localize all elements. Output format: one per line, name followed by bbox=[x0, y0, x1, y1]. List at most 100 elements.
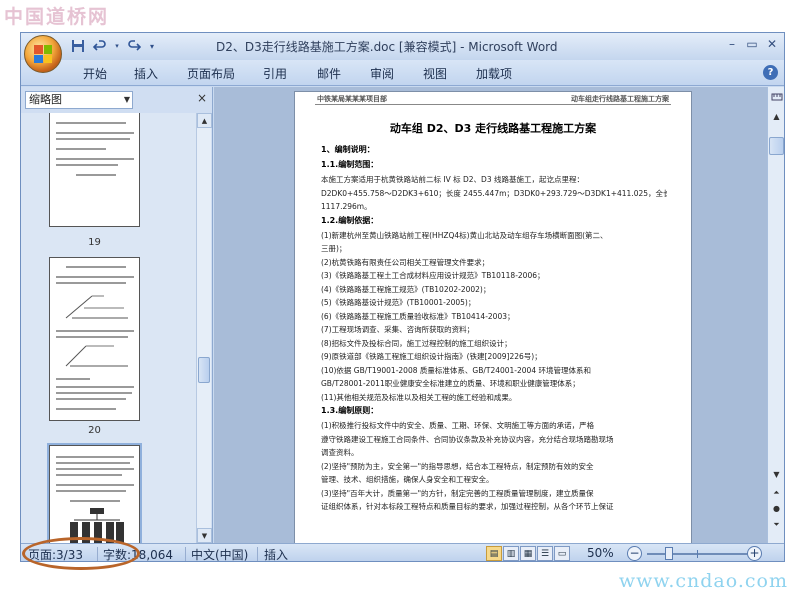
save-icon[interactable] bbox=[69, 37, 87, 55]
draft-view-icon[interactable]: ▭ bbox=[554, 546, 570, 561]
browse-object-icon[interactable]: ● bbox=[769, 501, 784, 516]
customize-qat-icon[interactable]: ▾ bbox=[147, 37, 157, 55]
word-counter[interactable]: 字数:18,064 bbox=[103, 546, 174, 562]
watermark-url: www.cndao.com bbox=[618, 570, 788, 592]
status-divider bbox=[97, 547, 98, 561]
tab-home[interactable]: 开始 bbox=[83, 65, 107, 82]
status-divider bbox=[185, 547, 186, 561]
figure-diagram-icon bbox=[65, 345, 128, 367]
zoom-in-button[interactable]: + bbox=[747, 546, 762, 561]
title-bar: ▾ ▾ D2、D3走行线路基施工方案.doc [兼容模式] - Microsof… bbox=[21, 33, 784, 60]
zoom-out-button[interactable]: − bbox=[627, 546, 642, 561]
document-line: (10)依据 GB/T19001-2008 质量标准体系、GB/T24001-2… bbox=[321, 365, 591, 375]
help-icon[interactable]: ? bbox=[763, 65, 778, 80]
minimize-button[interactable]: – bbox=[724, 36, 740, 52]
document-area: 中铁某局某某某项目部 动车组走行线路基工程施工方案 动车组 D2、D3 走行线路… bbox=[214, 87, 767, 543]
document-line: (4)《铁路路基工程施工规范》(TB10202-2002)； bbox=[321, 284, 491, 294]
document-page[interactable]: 中铁某局某某某项目部 动车组走行线路基工程施工方案 动车组 D2、D3 走行线路… bbox=[294, 91, 692, 543]
language-indicator[interactable]: 中文(中国) bbox=[191, 546, 248, 561]
document-line: 1117.296m。 bbox=[321, 202, 372, 211]
watermark-logo: 中国道桥网 bbox=[4, 6, 110, 28]
thumbnail-page-20[interactable] bbox=[49, 257, 140, 421]
page-label: 页面: bbox=[28, 548, 57, 562]
thumbnail-page-number: 19 bbox=[88, 237, 101, 248]
document-line: (9)原铁道部《铁路工程施工组织设计指南》(铁建[2009]226号)； bbox=[321, 352, 542, 361]
outline-view-icon[interactable]: ☰ bbox=[537, 546, 553, 561]
scroll-down-icon[interactable]: ▼ bbox=[197, 528, 212, 543]
document-line: GB/T28001-2011职业健康安全标准建立的质量、环境和职业健康管理体系； bbox=[321, 379, 580, 388]
document-line: 证组织体系，针对本标段工程特点和质量目标的要求，加强过程控制，从各个环节上保证 bbox=[321, 502, 614, 511]
document-line: (1)新建杭州至黄山铁路站前工程(HHZQ4标)黄山北站及动车组存车场横断面图(… bbox=[321, 230, 608, 240]
thumbnail-page-21[interactable] bbox=[47, 443, 142, 543]
document-line: 本施工方案适用于杭黄铁路站前二标 IV 标 D2、D3 线路基施工，起讫点里程： bbox=[321, 175, 584, 184]
document-line: 调查资料。 bbox=[321, 448, 359, 457]
vertical-scrollbar[interactable]: ▲ ▼ ⏶ ● ⏷ bbox=[767, 87, 784, 543]
tab-insert[interactable]: 插入 bbox=[134, 65, 158, 82]
print-layout-view-icon[interactable]: ▤ bbox=[486, 546, 502, 561]
undo-icon[interactable] bbox=[91, 37, 109, 55]
header-divider bbox=[315, 104, 671, 105]
figure-diagram-icon bbox=[65, 295, 128, 319]
office-button[interactable] bbox=[24, 35, 62, 73]
pane-view-select[interactable]: 缩略图 ▼ bbox=[25, 91, 133, 109]
document-line: (8)招标文件及投标合同，施工过程控制的施工组织设计； bbox=[321, 338, 512, 348]
document-title: 动车组 D2、D3 走行线路基工程施工方案 bbox=[389, 122, 597, 135]
document-line: (2)坚持"预防为主，安全第一"的指导思想，结合本工程特点，制定预防有效的安全 bbox=[321, 461, 594, 471]
screen: 中国道桥网 ▾ ▾ D2、D3走行线路基施工方案.doc [兼容模式] - Mi… bbox=[0, 0, 800, 600]
word-window: ▾ ▾ D2、D3走行线路基施工方案.doc [兼容模式] - Microsof… bbox=[20, 32, 785, 562]
document-line: 三册)； bbox=[321, 244, 347, 253]
tab-references[interactable]: 引用 bbox=[263, 65, 287, 82]
document-line: (5)《铁路路基设计规范》(TB10001-2005)； bbox=[321, 298, 476, 307]
document-line: (6)《铁路路基工程施工质量验收标准》TB10414-2003； bbox=[321, 311, 515, 321]
document-line: (3)坚持"百年大计，质量第一"的方针，制定完善的工程质量管理制度，建立质量保 bbox=[321, 488, 594, 498]
document-line: (7)工程现场调查、采集、咨询所获取的资料； bbox=[321, 325, 475, 334]
document-line: (3)《铁路路基工程土工合成材料应用设计规范》TB10118-2006； bbox=[321, 271, 545, 280]
scroll-up-icon[interactable]: ▲ bbox=[769, 109, 784, 124]
tab-review[interactable]: 审阅 bbox=[370, 65, 394, 82]
document-heading: 1、编制说明： bbox=[321, 145, 375, 154]
restore-button[interactable]: ▭ bbox=[744, 36, 760, 52]
tab-view[interactable]: 视图 bbox=[423, 65, 447, 82]
next-page-icon[interactable]: ⏷ bbox=[769, 517, 784, 532]
thumbnail-page-19[interactable] bbox=[49, 113, 140, 227]
page-value: 3/33 bbox=[56, 548, 83, 562]
window-title: D2、D3走行线路基施工方案.doc [兼容模式] - Microsoft Wo… bbox=[216, 40, 558, 54]
tab-page-layout[interactable]: 页面布局 bbox=[187, 65, 235, 82]
zoom-level[interactable]: 50% bbox=[587, 546, 614, 560]
pane-title: 缩略图 bbox=[29, 93, 62, 106]
ruler-toggle-icon[interactable] bbox=[769, 89, 784, 104]
previous-page-icon[interactable]: ⏶ bbox=[769, 485, 784, 500]
thumbnail-scrollbar[interactable]: ▲ ▼ bbox=[196, 113, 212, 543]
document-heading: 1.3.编制原则： bbox=[321, 406, 379, 415]
quick-access-toolbar: ▾ ▾ bbox=[69, 37, 157, 55]
status-bar: 页面:3/33 字数:18,064 中文(中国) 插入 ▤ ▥ ▦ ☰ ▭ 50… bbox=[21, 543, 784, 562]
word-count-value: 18,064 bbox=[131, 548, 174, 562]
document-line: 遵守铁路建设工程施工合同条件、合同协议条款及补充协议内容，充分结合现场踏勘现场 bbox=[321, 434, 614, 444]
view-buttons: ▤ ▥ ▦ ☰ ▭ bbox=[486, 546, 570, 561]
scroll-thumb[interactable] bbox=[198, 357, 210, 383]
chevron-down-icon: ▼ bbox=[123, 95, 130, 104]
status-divider bbox=[257, 547, 258, 561]
scroll-thumb[interactable] bbox=[769, 137, 784, 155]
pane-header: 缩略图 ▼ × bbox=[23, 91, 211, 109]
zoom-slider-knob[interactable] bbox=[665, 547, 674, 560]
zoom-slider-midmark bbox=[697, 550, 698, 558]
redo-icon[interactable] bbox=[125, 37, 143, 55]
page-counter[interactable]: 页面:3/33 bbox=[28, 546, 83, 562]
scroll-up-icon[interactable]: ▲ bbox=[197, 113, 212, 128]
org-chart-icon bbox=[70, 508, 124, 543]
insert-mode-indicator[interactable]: 插入 bbox=[264, 546, 288, 561]
pane-close-button[interactable]: × bbox=[197, 91, 207, 105]
undo-dropdown-icon[interactable]: ▾ bbox=[113, 37, 121, 55]
document-heading: 1.2.编制依据： bbox=[321, 215, 379, 225]
close-button[interactable]: ✕ bbox=[764, 36, 780, 52]
window-controls: – ▭ ✕ bbox=[724, 36, 780, 52]
thumbnail-page-number: 20 bbox=[88, 425, 101, 436]
scroll-down-icon[interactable]: ▼ bbox=[769, 467, 784, 482]
thumbnails-pane: 缩略图 ▼ × 19 20 ▲ ▼ bbox=[21, 87, 213, 543]
tab-mailings[interactable]: 邮件 bbox=[317, 65, 341, 82]
tab-add-ins[interactable]: 加载项 bbox=[476, 65, 512, 82]
full-screen-reading-view-icon[interactable]: ▥ bbox=[503, 546, 519, 561]
web-layout-view-icon[interactable]: ▦ bbox=[520, 546, 536, 561]
office-logo-icon bbox=[34, 45, 52, 63]
